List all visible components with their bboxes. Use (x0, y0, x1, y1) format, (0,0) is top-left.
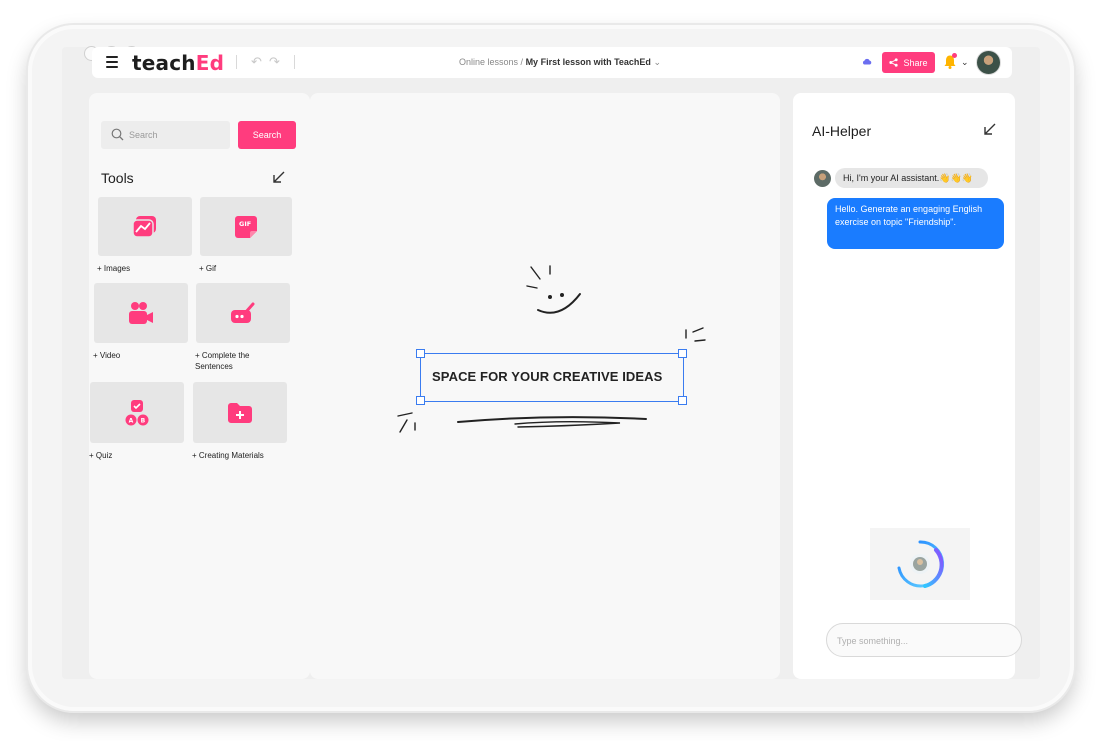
collapse-icon[interactable] (983, 123, 996, 136)
search-button[interactable]: Search (238, 121, 296, 149)
tool-gif[interactable]: GIF (200, 197, 292, 256)
chevron-down-icon[interactable]: ⌄ (961, 57, 969, 68)
doodle-decorations (397, 265, 706, 433)
divider (236, 55, 237, 69)
divider (294, 55, 295, 69)
sparkle-doodle (685, 327, 706, 342)
tool-quiz[interactable]: A B (90, 382, 184, 443)
tool-creating-materials[interactable] (193, 382, 287, 443)
tool-video[interactable] (94, 283, 188, 343)
canvas-text-block[interactable]: SPACE FOR YOUR CREATIVE IDEAS (432, 369, 662, 384)
sparkle-doodle (397, 412, 416, 433)
gif-icon: GIF (235, 215, 257, 238)
notification-dot (952, 53, 957, 58)
app-logo: teachEd (132, 51, 225, 75)
svg-text:B: B (141, 417, 146, 424)
avatar[interactable] (976, 50, 1001, 75)
menu-icon[interactable] (106, 56, 118, 68)
cloud-icon[interactable] (862, 57, 872, 65)
resize-handle[interactable] (678, 396, 687, 405)
share-label: Share (903, 57, 928, 68)
share-icon (889, 58, 899, 67)
underline-doodle (457, 416, 647, 428)
resize-handle[interactable] (416, 349, 425, 358)
folder-add-icon (228, 402, 252, 423)
tool-label: + Complete the Sentences (195, 351, 250, 371)
share-button[interactable]: Share (882, 52, 935, 73)
svg-text:GIF: GIF (239, 220, 251, 228)
image-icon (132, 215, 156, 238)
chat-input[interactable]: Type something... (826, 623, 1022, 657)
collapse-icon[interactable] (272, 171, 285, 184)
resize-handle[interactable] (416, 396, 425, 405)
resize-handle[interactable] (678, 349, 687, 358)
ai-message: Hi, I'm your AI assistant.👋👋👋 (835, 168, 988, 188)
tool-label: + Quiz (89, 451, 113, 460)
breadcrumb-current[interactable]: My First lesson with TeachEd (526, 57, 651, 67)
spinner-icon (897, 540, 945, 588)
tool-label: + Video (93, 351, 121, 360)
chevron-down-icon[interactable]: ⌄ (653, 57, 661, 67)
redo-icon[interactable]: ↷ (269, 54, 280, 70)
edit-icon (231, 302, 255, 323)
search-icon (111, 128, 124, 141)
quiz-icon: A B (125, 399, 149, 425)
breadcrumb[interactable]: Online lessons / My First lesson with Te… (459, 57, 661, 68)
undo-icon[interactable]: ↶ (251, 54, 262, 70)
video-icon (129, 302, 153, 324)
tools-title: Tools (101, 170, 134, 186)
svg-text:A: A (129, 417, 134, 424)
tool-label: + Gif (199, 264, 217, 273)
search-placeholder[interactable]: Search (129, 130, 158, 140)
user-message: Hello. Generate an engaging English exer… (827, 198, 1004, 249)
ai-helper-title: AI-Helper (812, 123, 872, 139)
tool-label: + Creating Materials (192, 451, 264, 460)
tool-complete-sentences[interactable] (196, 283, 290, 343)
tool-label: + Images (97, 264, 131, 273)
tool-images[interactable] (98, 197, 192, 256)
ai-avatar (814, 170, 831, 187)
smiley-doodle (526, 265, 581, 314)
ai-thinking-indicator (870, 528, 970, 600)
breadcrumb-parent[interactable]: Online lessons / (459, 57, 523, 67)
